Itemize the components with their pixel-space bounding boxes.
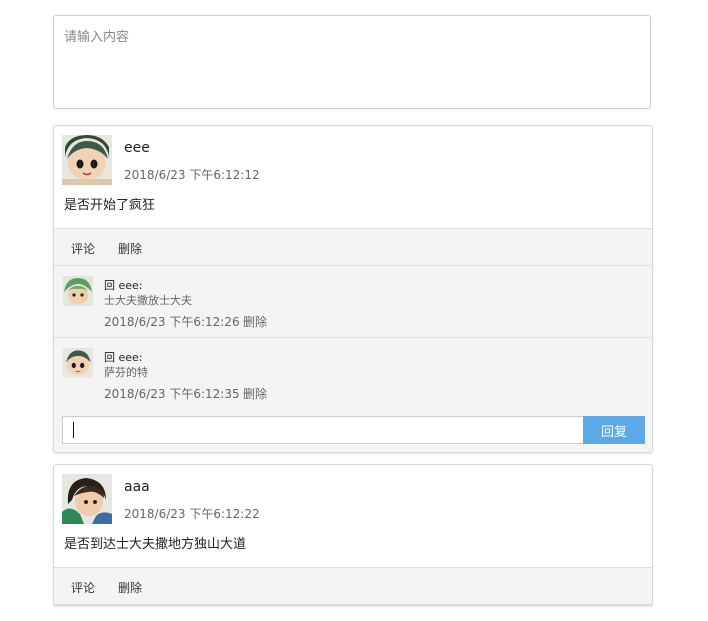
reply-time: 2018/6/23 下午6:12:35 (104, 387, 240, 401)
post-time: 2018/6/23 下午6:12:22 (124, 507, 260, 521)
text-caret (73, 422, 74, 438)
reply-button[interactable]: 回复 (583, 416, 645, 444)
post-header: aaa 2018/6/23 下午6:12:22 (54, 465, 652, 531)
post-card: eee 2018/6/23 下午6:12:12 是否开始了疯狂 评论 删除 回 … (53, 125, 653, 453)
comment-composer[interactable] (53, 15, 651, 109)
post-actions: 评论 删除 (54, 228, 652, 266)
reply-delete-button[interactable]: 删除 (243, 385, 267, 402)
post-author: aaa (124, 479, 150, 495)
reply-text: 士大夫撒放士大夫 (104, 294, 192, 307)
reply-text: 萨芬的特 (104, 366, 148, 379)
post-card: aaa 2018/6/23 下午6:12:22 是否到达士大夫撒地方独山大道 评… (53, 464, 653, 606)
post-content: 是否开始了疯狂 (64, 198, 156, 213)
reply-time: 2018/6/23 下午6:12:26 (104, 315, 240, 329)
composer-input[interactable] (54, 16, 650, 108)
comment-button[interactable]: 评论 (71, 240, 95, 257)
reply-input[interactable] (62, 416, 584, 444)
reply-delete-button[interactable]: 删除 (243, 313, 267, 330)
delete-button[interactable]: 删除 (118, 579, 142, 596)
post-author: eee (124, 140, 150, 156)
reply-item: 回 eee: 萨芬的特 2018/6/23 下午6:12:35 删除 回复 (54, 338, 652, 452)
reply-item: 回 eee: 士大夫撒放士大夫 2018/6/23 下午6:12:26 删除 (54, 266, 652, 338)
avatar (63, 348, 93, 378)
post-actions: 评论 删除 (54, 567, 652, 605)
avatar (63, 276, 93, 306)
comment-button[interactable]: 评论 (71, 579, 95, 596)
reply-target: 回 eee: (104, 279, 143, 292)
reply-target: 回 eee: (104, 351, 143, 364)
post-content: 是否到达士大夫撒地方独山大道 (64, 537, 247, 552)
avatar (62, 135, 112, 185)
avatar (62, 474, 112, 524)
delete-button[interactable]: 删除 (118, 240, 142, 257)
post-time: 2018/6/23 下午6:12:12 (124, 168, 260, 182)
post-header: eee 2018/6/23 下午6:12:12 (54, 126, 652, 192)
